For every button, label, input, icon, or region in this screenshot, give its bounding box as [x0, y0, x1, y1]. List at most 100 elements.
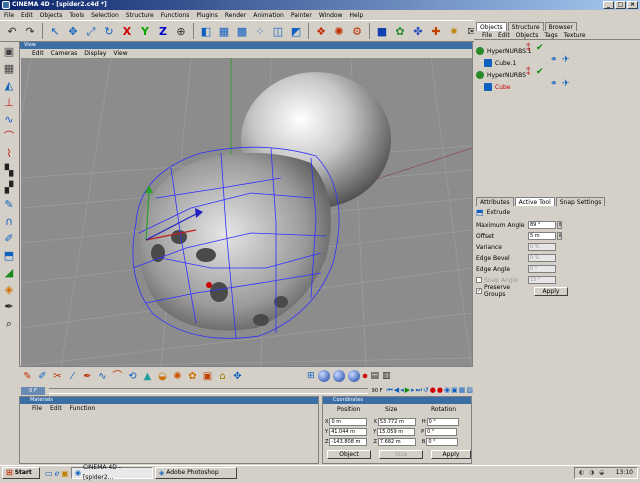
menu-render[interactable]: Render — [225, 12, 246, 19]
quick-launch-ie-icon[interactable]: ℯ — [55, 469, 60, 478]
edges-mode-icon[interactable]: ◫ — [270, 23, 286, 39]
viewport-menu-cameras[interactable]: Cameras — [51, 50, 78, 57]
coordinate-mode-select[interactable]: Object — [327, 450, 371, 459]
menu-structure[interactable]: Structure — [126, 12, 154, 19]
object-row-cube[interactable]: Cube — [484, 81, 511, 93]
knife-tool-icon[interactable]: ✂ — [51, 370, 64, 383]
light-icon[interactable]: ✷ — [446, 23, 462, 39]
grid-icon[interactable]: ▦ — [2, 62, 16, 76]
cursor-tool-icon[interactable]: ▲ — [141, 370, 154, 383]
viewport-menu-display[interactable]: Display — [84, 50, 106, 57]
keyframe-icon[interactable]: ▤ — [371, 371, 380, 381]
maximize-button[interactable]: □ — [615, 1, 626, 9]
mat-menu-function[interactable]: Function — [70, 405, 96, 412]
play-back-icon[interactable]: ◂ — [400, 386, 404, 395]
spinner-icon[interactable]: ⇕ — [557, 221, 562, 229]
extrude-icon[interactable]: ⬒ — [2, 249, 16, 263]
deformer-icon[interactable]: ✤ — [410, 23, 426, 39]
menu-plugins[interactable]: Plugins — [196, 12, 218, 19]
mat-menu-edit[interactable]: Edit — [50, 405, 62, 412]
obj-menu-objects[interactable]: Objects — [516, 32, 539, 39]
wave-tool-icon[interactable]: ∿ — [96, 370, 109, 383]
frame-field[interactable]: 0 F — [21, 386, 45, 395]
texture-mode-icon[interactable]: ▩ — [234, 23, 250, 39]
visibility-dots-icon[interactable]: ⁑ — [526, 68, 531, 78]
loop-icon[interactable]: ↺ — [423, 386, 429, 395]
render-picture-icon[interactable]: ✺ — [331, 23, 347, 39]
paint-icon[interactable]: ✐ — [2, 232, 16, 246]
twist-tool-icon[interactable]: ⟲ — [126, 370, 139, 383]
enabled-check-icon[interactable]: ✔ — [536, 43, 544, 53]
bend-tool-icon[interactable]: ⌒ — [111, 370, 124, 383]
position-z-input[interactable]: -143.808 m — [329, 437, 368, 446]
stamp-tool-icon[interactable]: ✥ — [231, 370, 244, 383]
redo-icon[interactable]: ↷ — [22, 23, 38, 39]
menu-selection[interactable]: Selection — [91, 12, 119, 19]
bezier-icon[interactable]: ⌒ — [2, 130, 16, 144]
sphere-render-icon[interactable] — [347, 370, 360, 382]
prev-key-icon[interactable]: ◀ — [394, 386, 399, 395]
apply-button[interactable]: Apply — [534, 286, 568, 296]
snap-angle-checkbox[interactable] — [476, 277, 482, 283]
menu-window[interactable]: Window — [319, 12, 343, 19]
model-mode-icon[interactable]: ◧ — [198, 23, 214, 39]
key-mode-icon[interactable]: ◉ — [444, 386, 450, 395]
quick-launch-desktop-icon[interactable]: ▭ — [45, 469, 53, 478]
tab-snap-settings[interactable]: Snap Settings — [555, 197, 606, 206]
coordinates-apply-button[interactable]: Apply — [431, 450, 471, 459]
line-tool-icon[interactable]: ⁄ — [66, 370, 79, 383]
menu-objects[interactable]: Objects — [40, 12, 63, 19]
key-settings-icon[interactable]: ▧ — [466, 386, 473, 395]
brush-tool-icon[interactable]: ✎ — [21, 370, 34, 383]
render-settings-icon[interactable]: ⚙ — [349, 23, 365, 39]
viewport-menu-edit[interactable]: Edit — [32, 50, 44, 57]
spline-tool-icon[interactable]: ✐ — [36, 370, 49, 383]
next-key-icon[interactable]: ▸ — [411, 386, 415, 395]
snap-icon[interactable]: ▣ — [2, 45, 16, 59]
layers-icon[interactable]: ◈ — [2, 283, 16, 297]
brush-icon[interactable]: ✎ — [2, 198, 16, 212]
polygons-mode-icon[interactable]: ◩ — [288, 23, 304, 39]
tab-browser[interactable]: Browser — [544, 22, 577, 31]
key-settings-icon[interactable]: ▦ — [459, 386, 466, 395]
minimize-button[interactable]: _ — [603, 1, 614, 9]
spline-icon[interactable]: ∿ — [2, 113, 16, 127]
tab-active-tool[interactable]: Active Tool — [514, 197, 555, 206]
quick-launch-explorer-icon[interactable]: ▣ — [61, 469, 69, 478]
live-select-icon[interactable]: ↖ — [47, 23, 63, 39]
scene-icon[interactable]: ✚ — [428, 23, 444, 39]
texture-tag-icon[interactable]: ✈ — [562, 79, 570, 89]
magnet-icon[interactable]: ∩ — [2, 215, 16, 229]
fire-tool-icon[interactable]: ✺ — [171, 370, 184, 383]
obj-menu-file[interactable]: File — [482, 32, 492, 39]
object-row-hypernurbs-1[interactable]: HyperNURBS.1 — [476, 45, 532, 57]
phong-tag-icon[interactable]: ⚭ — [550, 79, 558, 89]
record-key-icon[interactable]: ● — [430, 386, 436, 395]
sphere-render-icon[interactable] — [317, 370, 330, 382]
axis-x-icon[interactable]: X — [119, 23, 135, 39]
coordinate-system-icon[interactable]: ⊕ — [173, 23, 189, 39]
undo-icon[interactable]: ↶ — [4, 23, 20, 39]
menu-tools[interactable]: Tools — [69, 12, 84, 19]
keyframe-icon[interactable]: ▥ — [382, 371, 391, 381]
tool-icon[interactable]: ✒ — [2, 300, 16, 314]
axis-y-icon[interactable]: Y — [137, 23, 153, 39]
size-x-input[interactable]: 53.772 m — [377, 417, 416, 426]
obj-menu-tags[interactable]: Tags — [544, 32, 557, 39]
flower-tool-icon[interactable]: ✿ — [186, 370, 199, 383]
preserve-groups-checkbox[interactable]: ✓ — [476, 288, 482, 294]
object-row-hypernurbs[interactable]: HyperNURBS — [476, 69, 526, 81]
task-photoshop[interactable]: ◈ Adobe Photoshop — [154, 467, 237, 479]
maximum-angle-input[interactable]: 89 ° — [528, 221, 556, 229]
key-settings-icon[interactable]: ▣ — [451, 386, 458, 395]
tray-icon[interactable]: ◒ — [599, 468, 604, 478]
rotation-b-input[interactable]: 0 ° — [426, 437, 459, 446]
knife-icon[interactable]: ⌇ — [2, 147, 16, 161]
tray-icon[interactable]: ◐ — [579, 468, 584, 478]
visibility-dots-icon[interactable]: ⁑ — [526, 44, 531, 54]
rotation-p-input[interactable]: 0 ° — [425, 427, 458, 436]
record-icon[interactable]: ⏺ — [363, 371, 368, 382]
rotation-h-input[interactable]: 0 ° — [426, 417, 459, 426]
checker2-icon[interactable]: ▞ — [2, 181, 16, 195]
close-button[interactable]: × — [627, 1, 638, 9]
